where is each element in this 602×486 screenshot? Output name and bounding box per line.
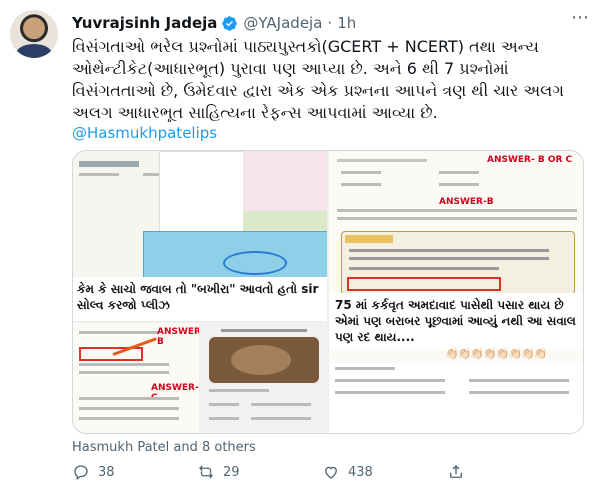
author-name[interactable]: Yuvrajsinh Jadeja: [72, 14, 217, 32]
tile2-caption: 75 માં કર્કવૃત અમદાવાદ પાસેથી પસાર થાય છ…: [329, 293, 583, 349]
share-icon: [450, 465, 462, 478]
media-image-1[interactable]: કેમ કે સાચો જવાબ તો "બખીરા" આવતો હતો sir…: [73, 151, 327, 321]
media-grid[interactable]: કેમ કે સાચો જવાબ તો "બખીરા" આવતો હતો sir…: [72, 150, 584, 434]
author-avatar[interactable]: [10, 10, 58, 58]
more-options-icon[interactable]: ⋯: [566, 9, 594, 30]
reply-icon: [74, 465, 88, 481]
like-count: 438: [348, 464, 373, 480]
share-button[interactable]: [447, 463, 572, 481]
media-image-2[interactable]: ANSWER- B OR C ANSWER-B 75 માં કર્કવૃત અ…: [329, 151, 583, 433]
tile2-emojis: 👏🏻👏🏻👏🏻👏🏻👏🏻👏🏻👏🏻👏🏻: [445, 347, 548, 360]
like-button[interactable]: 438: [322, 463, 447, 481]
separator-dot: ·: [327, 14, 333, 32]
tile3-answer-label: ANSWER-B: [157, 327, 199, 347]
mention-link[interactable]: @Hasmukhpatelips: [72, 124, 217, 142]
retweet-count: 29: [223, 464, 240, 480]
tweet-timestamp[interactable]: 1h: [337, 14, 356, 32]
tile2-answer2-label: ANSWER-B: [439, 197, 494, 207]
tweet-actions: 38 29 438: [72, 462, 572, 482]
retweet-icon: [199, 465, 213, 479]
tile1-caption: કેમ કે સાચો જવાબ તો "બખીરા" આવતો હતો sir…: [73, 277, 327, 321]
tweet-header: Yuvrajsinh Jadeja @YAJadeja · 1h: [72, 12, 356, 34]
retweet-button[interactable]: 29: [197, 463, 322, 481]
social-context[interactable]: Hasmukh Patel and 8 others: [72, 440, 256, 455]
tweet-text: વિસંગતાઓ ભરેલ પ્રશ્નોમાં પાઠ્યપુસ્તકો(GC…: [72, 37, 564, 122]
media-image-4[interactable]: [201, 323, 327, 433]
author-handle[interactable]: @YAJadeja: [243, 14, 322, 32]
reply-button[interactable]: 38: [72, 463, 197, 481]
media-image-3[interactable]: ANSWER-B ANSWER-C: [73, 323, 199, 433]
tile2-answer-label: ANSWER- B OR C: [487, 155, 573, 165]
tile3-answer2-label: ANSWER-C: [151, 383, 199, 403]
reply-count: 38: [98, 464, 115, 480]
verified-badge-icon: [222, 15, 238, 31]
heart-icon: [325, 466, 337, 479]
